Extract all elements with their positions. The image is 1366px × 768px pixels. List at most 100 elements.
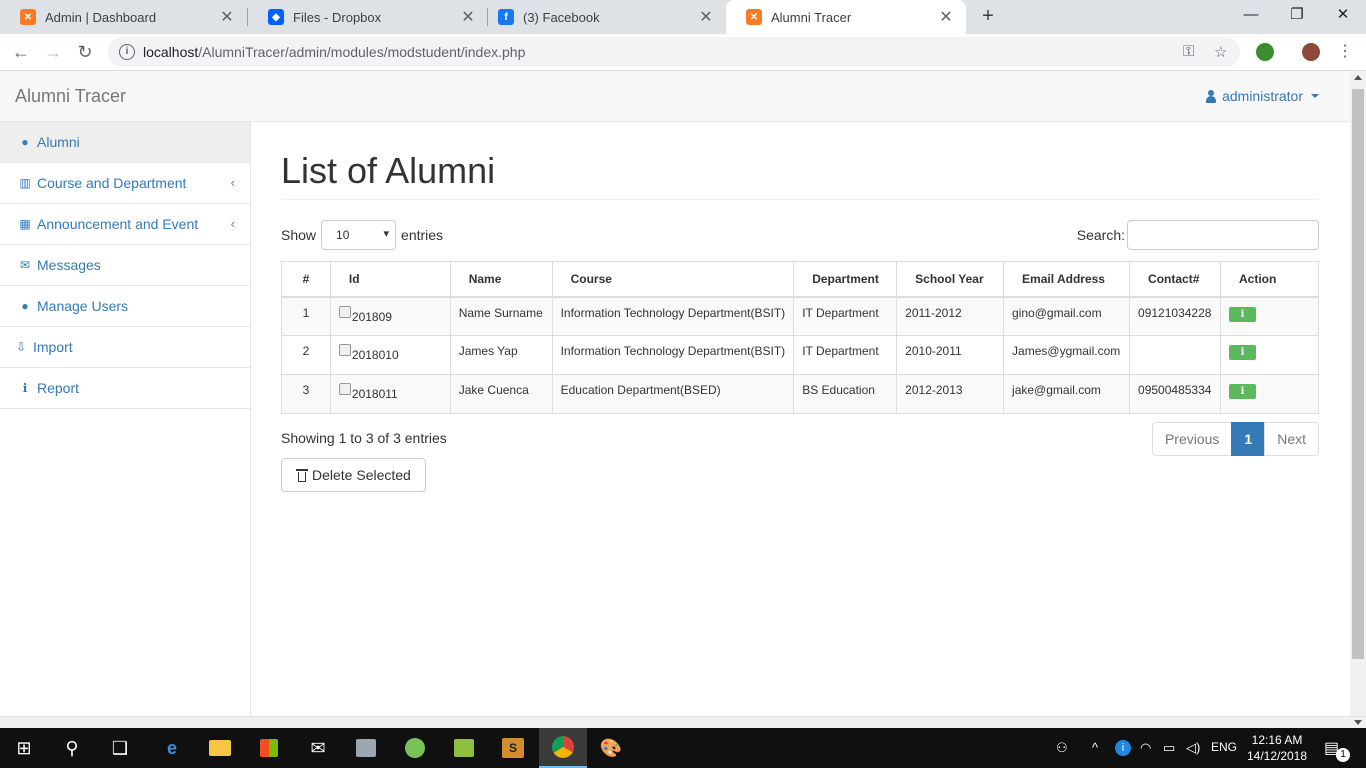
task-view-icon[interactable]: ❑ <box>96 728 144 768</box>
android-studio-icon[interactable] <box>391 728 439 768</box>
sidebar-item-import[interactable]: ⇩ Import <box>0 327 250 368</box>
forward-icon[interactable]: → <box>41 40 65 64</box>
restore-icon[interactable]: ❐ <box>1274 0 1320 30</box>
pagination-previous[interactable]: Previous <box>1151 422 1233 456</box>
tab-title: (3) Facebook <box>523 9 600 25</box>
sidebar-item-label: Alumni <box>37 134 80 150</box>
menu-dots-icon[interactable]: ⋮ <box>1333 40 1357 64</box>
search-icon[interactable]: ⚲ <box>48 728 96 768</box>
site-info-icon[interactable]: i <box>119 44 135 60</box>
view-info-button[interactable]: i <box>1229 384 1257 399</box>
scroll-up-icon[interactable] <box>1354 75 1362 80</box>
language-indicator[interactable]: ENG <box>1211 740 1237 754</box>
user-icon: ● <box>21 135 29 149</box>
column-header-department[interactable]: Department <box>793 261 898 298</box>
pagination: Previous 1 Next <box>1151 422 1319 456</box>
mail-icon[interactable]: ✉ <box>294 728 342 768</box>
people-icon[interactable]: ⚇ <box>1056 740 1068 756</box>
sidebar-item-report[interactable]: ℹ Report <box>0 368 250 409</box>
pagination-next[interactable]: Next <box>1264 422 1319 456</box>
app-icon[interactable] <box>342 728 390 768</box>
column-header-course[interactable]: Course <box>551 261 795 298</box>
tab-close-icon[interactable]: ✕ <box>219 7 235 27</box>
vertical-scrollbar[interactable] <box>1350 71 1366 716</box>
tab-close-icon[interactable]: ✕ <box>460 7 476 27</box>
row-id: 2018010 <box>351 348 399 362</box>
brand-title[interactable]: Alumni Tracer <box>15 86 126 107</box>
address-bar[interactable]: i localhost/AlumniTracer/admin/modules/m… <box>108 37 1240 67</box>
tab-close-icon[interactable]: ✕ <box>938 7 954 27</box>
view-info-button[interactable]: i <box>1229 345 1257 360</box>
chrome-icon[interactable] <box>539 728 587 768</box>
show-label: Show <box>281 227 317 243</box>
building-icon: ▥ <box>19 176 31 190</box>
column-header-name[interactable]: Name <box>449 261 553 298</box>
row-department: BS Education <box>793 374 898 414</box>
column-header-school-year[interactable]: School Year <box>896 261 1005 298</box>
sidebar-item-course-and-department[interactable]: ▥ Course and Department ‹ <box>0 163 250 204</box>
reload-icon[interactable]: ↻ <box>73 40 97 64</box>
row-email: jake@gmail.com <box>1003 374 1131 414</box>
sidebar-item-alumni[interactable]: ● Alumni <box>0 122 250 163</box>
sidebar-item-announcement-and-event[interactable]: ▦ Announcement and Event ‹ <box>0 204 250 245</box>
profile-avatar-icon[interactable] <box>1302 43 1320 61</box>
clock-date: 14/12/2018 <box>1246 749 1308 763</box>
browser-tab[interactable]: f (3) Facebook ✕ <box>478 0 726 34</box>
new-tab-button[interactable]: + <box>977 5 999 27</box>
entries-select[interactable]: 10 <box>321 220 397 250</box>
delete-selected-button[interactable]: Delete Selected <box>281 458 426 492</box>
url-path: /AlumniTracer/admin/modules/modstudent/i… <box>198 44 526 60</box>
paint-icon[interactable]: 🎨 <box>587 728 635 768</box>
extension-icon[interactable] <box>1256 43 1274 61</box>
column-header-contact[interactable]: Contact# <box>1129 261 1222 298</box>
sidebar-item-messages[interactable]: ✉ Messages <box>0 245 250 286</box>
pagination-page[interactable]: 1 <box>1231 422 1266 456</box>
show-hidden-icons-chevron-icon[interactable]: ^ <box>1092 740 1098 755</box>
clock-time: 12:16 AM <box>1251 733 1303 747</box>
browser-tab[interactable]: ◆ Files - Dropbox ✕ <box>248 0 488 34</box>
file-explorer-icon[interactable] <box>196 728 244 768</box>
row-checkbox[interactable] <box>338 305 351 318</box>
row-course: Information Technology Department(BSIT) <box>551 296 795 336</box>
search-input[interactable] <box>1127 220 1319 250</box>
row-checkbox[interactable] <box>338 344 351 356</box>
row-school-year: 2010-2011 <box>896 335 1005 375</box>
column-header-id[interactable]: Id <box>329 261 451 298</box>
app-icon[interactable] <box>440 728 488 768</box>
column-header-email[interactable]: Email Address <box>1003 261 1131 298</box>
store-icon[interactable] <box>245 728 293 768</box>
sublime-text-icon[interactable]: S <box>489 728 537 768</box>
browser-tab-active[interactable]: ✕ Alumni Tracer ✕ <box>726 0 966 34</box>
user-menu[interactable]: administrator <box>1205 88 1319 104</box>
tab-close-icon[interactable]: ✕ <box>698 7 714 27</box>
wifi-icon[interactable]: ◠ <box>1140 740 1151 756</box>
info-tray-icon[interactable]: i <box>1115 740 1131 756</box>
close-window-icon[interactable]: ✕ <box>1320 0 1366 30</box>
row-checkbox[interactable] <box>338 383 351 395</box>
minimize-icon[interactable]: — <box>1228 0 1274 30</box>
battery-icon[interactable]: ▭ <box>1163 740 1175 756</box>
scrollbar-thumb[interactable] <box>1352 89 1364 659</box>
row-school-year: 2012-2013 <box>896 374 1005 414</box>
horizontal-scrollbar[interactable] <box>0 716 1366 728</box>
row-course: Information Technology Department(BSIT) <box>551 335 795 375</box>
edge-icon[interactable]: e <box>148 728 196 768</box>
view-info-button[interactable]: i <box>1229 306 1257 322</box>
key-icon[interactable]: ⚿ <box>1183 43 1194 60</box>
browser-tab-bar: ✕ Admin | Dashboard ✕ ◆ Files - Dropbox … <box>0 0 1366 34</box>
search-label: Search: <box>1076 227 1125 243</box>
back-icon[interactable]: ← <box>9 40 33 64</box>
browser-tab[interactable]: ✕ Admin | Dashboard ✕ <box>0 0 247 34</box>
volume-icon[interactable]: ◁) <box>1186 740 1200 756</box>
url-text[interactable]: localhost/AlumniTracer/admin/modules/mod… <box>143 44 525 60</box>
alumni-table: # Id Name Course Department School Year … <box>281 261 1319 414</box>
row-email: gino@gmail.com <box>1003 296 1131 336</box>
column-header-number[interactable]: # <box>281 261 331 298</box>
sidebar-item-label: Report <box>37 380 80 396</box>
bookmark-star-icon[interactable]: ☆ <box>1214 43 1227 61</box>
sidebar-item-manage-users[interactable]: ● Manage Users <box>0 286 250 327</box>
windows-start-icon[interactable]: ⊞ <box>0 728 48 768</box>
scroll-down-icon[interactable] <box>1354 720 1362 725</box>
clock[interactable]: 12:16 AM 14/12/2018 <box>1246 732 1308 764</box>
table-header-row: # Id Name Course Department School Year … <box>281 261 1319 298</box>
